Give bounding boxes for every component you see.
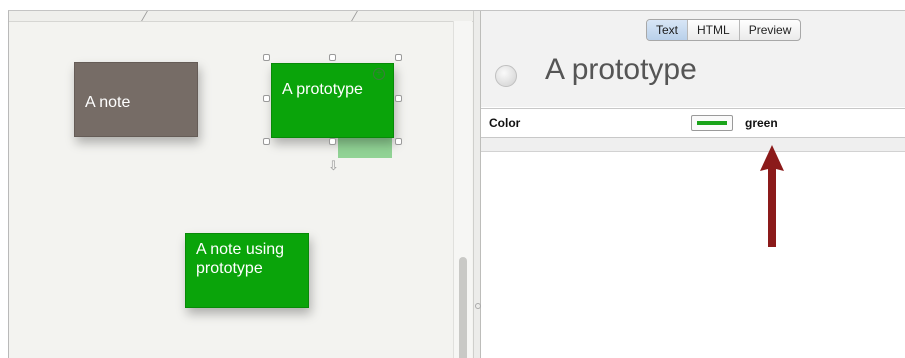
resize-handle-nw[interactable] bbox=[263, 54, 270, 61]
resize-handle-e[interactable] bbox=[395, 95, 402, 102]
link-drag-arrow-icon[interactable]: ⇩ bbox=[328, 158, 339, 174]
key-attribute-row[interactable]: Color green bbox=[481, 108, 905, 138]
color-swatch-fill bbox=[697, 121, 727, 125]
map-tab-strip bbox=[9, 11, 473, 22]
scrollbar-thumb[interactable] bbox=[459, 257, 467, 358]
map-vertical-scrollbar[interactable] bbox=[453, 21, 472, 358]
drag-ghost-note bbox=[338, 138, 392, 158]
view-mode-segmented-control[interactable]: Text HTML Preview bbox=[646, 19, 802, 41]
text-pane: Text HTML Preview A prototype Color gree… bbox=[481, 11, 905, 358]
resize-handle-n[interactable] bbox=[329, 54, 336, 61]
pane-splitter[interactable] bbox=[473, 11, 481, 358]
color-swatch[interactable] bbox=[691, 115, 733, 131]
resize-handle-ne[interactable] bbox=[395, 54, 402, 61]
resize-handle-se[interactable] bbox=[395, 138, 402, 145]
note-a-note[interactable]: A note bbox=[74, 62, 198, 137]
attribute-value[interactable]: green bbox=[745, 116, 778, 130]
resize-handle-s[interactable] bbox=[329, 138, 336, 145]
resize-handle-sw[interactable] bbox=[263, 138, 270, 145]
app-window: A note A prototype + ⇩ A note using prot… bbox=[8, 10, 905, 358]
map-view[interactable]: A note A prototype + ⇩ A note using prot… bbox=[9, 11, 473, 358]
note-title[interactable]: A prototype bbox=[545, 53, 697, 87]
note-label: A note using prototype bbox=[196, 241, 285, 277]
add-child-icon[interactable]: + bbox=[373, 68, 385, 80]
annotation-arrow-icon bbox=[760, 145, 784, 247]
tab-preview[interactable]: Preview bbox=[738, 20, 801, 40]
resize-handle-w[interactable] bbox=[263, 95, 270, 102]
tab-divider bbox=[141, 11, 148, 21]
tab-text[interactable]: Text bbox=[647, 20, 688, 40]
attribute-name: Color bbox=[489, 116, 521, 130]
note-status-icon[interactable] bbox=[495, 65, 517, 87]
note-label: A note bbox=[85, 94, 131, 111]
tab-html[interactable]: HTML bbox=[687, 20, 739, 40]
tab-divider bbox=[351, 11, 358, 21]
note-label: A prototype bbox=[282, 81, 363, 98]
note-header: Text HTML Preview A prototype bbox=[481, 11, 905, 107]
note-a-note-using-prototype[interactable]: A note using prototype bbox=[185, 233, 309, 308]
attributes-footer bbox=[481, 138, 905, 152]
